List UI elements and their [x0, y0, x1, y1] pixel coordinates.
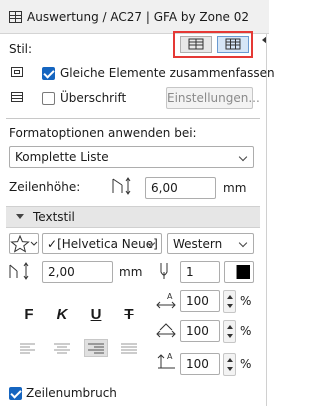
heading-label: Überschrift [60, 91, 127, 105]
align-center-button[interactable] [51, 339, 73, 357]
char-spacing-unit: % [240, 324, 252, 338]
row-height-input[interactable]: 6,00 [145, 177, 216, 199]
merge-label: Gleiche Elemente zusammenfassen [60, 66, 275, 80]
divider [6, 118, 260, 119]
char-width-stepper[interactable] [223, 290, 236, 313]
align-right-button[interactable] [84, 339, 108, 357]
grid-icon [225, 38, 241, 50]
collapse-triangle-icon[interactable] [16, 214, 24, 219]
chevron-down-icon [238, 152, 248, 162]
char-slant-unit: % [240, 357, 252, 371]
svg-text:A: A [167, 352, 173, 361]
align-justify-icon [121, 343, 137, 354]
text-size-icon [9, 262, 33, 280]
align-justify-button[interactable] [118, 339, 140, 357]
checkmark-icon: ✓ [47, 237, 58, 251]
char-width-unit: % [240, 294, 252, 308]
format-options-value: Komplette Liste [15, 150, 109, 164]
align-left-button[interactable] [17, 339, 39, 357]
chevron-down-icon [238, 238, 248, 248]
pen-input[interactable]: 1 [180, 261, 220, 283]
heading-checkbox[interactable] [42, 92, 55, 105]
italic-button[interactable]: K [52, 306, 72, 323]
char-spacing-input[interactable]: 100 [180, 320, 220, 342]
merge-elements-icon [11, 67, 23, 77]
char-slant-stepper[interactable] [223, 353, 236, 376]
char-width-input[interactable]: 100 [180, 290, 220, 312]
script-value: Western [173, 237, 223, 251]
format-options-label: Formatoptionen anwenden bei: [9, 126, 197, 140]
underline-button[interactable]: U [86, 306, 106, 323]
char-spacing-stepper[interactable] [223, 320, 236, 343]
style-option-1-button[interactable] [180, 36, 212, 53]
heading-icon [11, 92, 23, 102]
align-right-icon [88, 343, 104, 354]
align-left-icon [20, 343, 35, 354]
align-center-icon [54, 343, 70, 354]
wrap-label: Zeilenumbruch [26, 386, 117, 400]
grid-icon [188, 38, 204, 50]
svg-text:A: A [167, 292, 173, 301]
window-title: Auswertung / AC27 | GFA by Zone 02 [27, 10, 250, 24]
star-icon [10, 234, 38, 253]
script-select[interactable]: Western [167, 233, 254, 254]
settings-button[interactable]: Einstellungen... [166, 87, 260, 109]
char-slant-input[interactable]: 100 [180, 353, 220, 375]
pen-icon [157, 262, 171, 280]
font-value: [Helvetica Neue] [57, 237, 158, 251]
wrap-checkbox[interactable] [9, 387, 22, 400]
strikethrough-button[interactable]: T [119, 306, 139, 323]
bold-button[interactable]: F [19, 306, 39, 323]
char-slant-icon: A [155, 351, 177, 371]
row-height-icon [112, 177, 134, 195]
pen-color-swatch[interactable] [224, 261, 254, 283]
text-style-title: Textstil [33, 210, 75, 224]
favorites-star-button[interactable] [9, 233, 39, 254]
style-option-2-button[interactable] [217, 36, 249, 53]
text-size-input[interactable]: 2,00 [42, 261, 113, 283]
text-size-unit: mm [119, 265, 143, 279]
row-height-unit: mm [223, 181, 247, 195]
merge-checkbox[interactable] [42, 67, 55, 80]
char-width-icon: A [155, 291, 177, 311]
style-label: Stil: [9, 42, 33, 56]
panel-right-border [266, 34, 267, 406]
font-select[interactable]: ✓[Helvetica Neue] [42, 233, 162, 254]
format-options-select[interactable]: Komplette Liste [9, 146, 254, 168]
row-height-label: Zeilenhöhe: [9, 180, 81, 194]
char-spacing-icon [155, 321, 177, 341]
table-icon [9, 11, 22, 23]
